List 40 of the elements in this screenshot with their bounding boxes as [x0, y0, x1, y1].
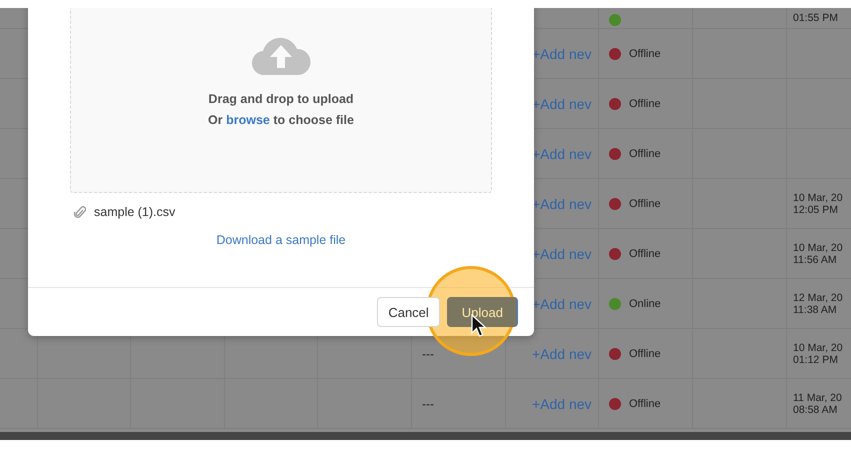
download-sample-link[interactable]: Download a sample file [216, 233, 346, 247]
drop-zone[interactable]: Drag and drop to upload Or browse to choose file [70, 8, 492, 193]
add-new-link[interactable]: +Add nev [532, 146, 598, 162]
date-time-text: 01:12 PM [793, 354, 839, 366]
status-label: Online [629, 298, 661, 310]
add-new-link[interactable]: +Add nev [532, 46, 598, 62]
browse-instruction: Or browse to choose file [208, 112, 354, 129]
status-label: Offline [629, 98, 661, 110]
date-time-text: 12 Mar, 20 [793, 292, 844, 304]
attached-file-name: sample (1).csv [94, 205, 176, 219]
status-label: Offline [629, 48, 661, 60]
date-time-text: 10 Mar, 20 [793, 242, 844, 254]
status-label: Offline [629, 198, 661, 210]
add-new-link[interactable]: +Add nev [532, 296, 598, 312]
date-time-text: 08:58 AM [793, 404, 838, 416]
date-time-text: 11:38 AM [793, 304, 838, 316]
add-new-link[interactable]: +Add nev [532, 196, 598, 212]
drop-instruction: Drag and drop to upload [208, 91, 354, 108]
add-new-link[interactable]: +Add nev [532, 246, 598, 262]
status-label: Offline [629, 348, 661, 360]
status-label: Offline [629, 148, 661, 160]
horizontal-scrollbar[interactable] [0, 432, 851, 440]
empty-value: --- [422, 346, 435, 360]
browse-link[interactable]: browse [226, 113, 270, 127]
date-time-text: 10 Mar, 20 [793, 192, 844, 204]
paperclip-icon [74, 205, 86, 219]
add-new-link[interactable]: +Add nev [532, 96, 598, 112]
date-time-text: 01:55 PM [793, 12, 839, 24]
date-time-text: 10 Mar, 20 [793, 342, 844, 354]
upload-button[interactable]: Upload [446, 297, 518, 327]
status-label: Offline [629, 248, 661, 260]
empty-value: --- [422, 396, 435, 410]
date-time-text: 12:05 PM [793, 204, 839, 216]
date-time-text: 11:56 AM [793, 254, 838, 266]
add-new-link[interactable]: +Add nev [532, 346, 598, 362]
cloud-upload-icon [251, 35, 311, 75]
status-label: Offline [629, 398, 661, 410]
add-new-link[interactable]: +Add nev [532, 396, 598, 412]
date-time-text: 11 Mar, 20 [793, 392, 843, 404]
cancel-button[interactable]: Cancel [377, 297, 440, 327]
